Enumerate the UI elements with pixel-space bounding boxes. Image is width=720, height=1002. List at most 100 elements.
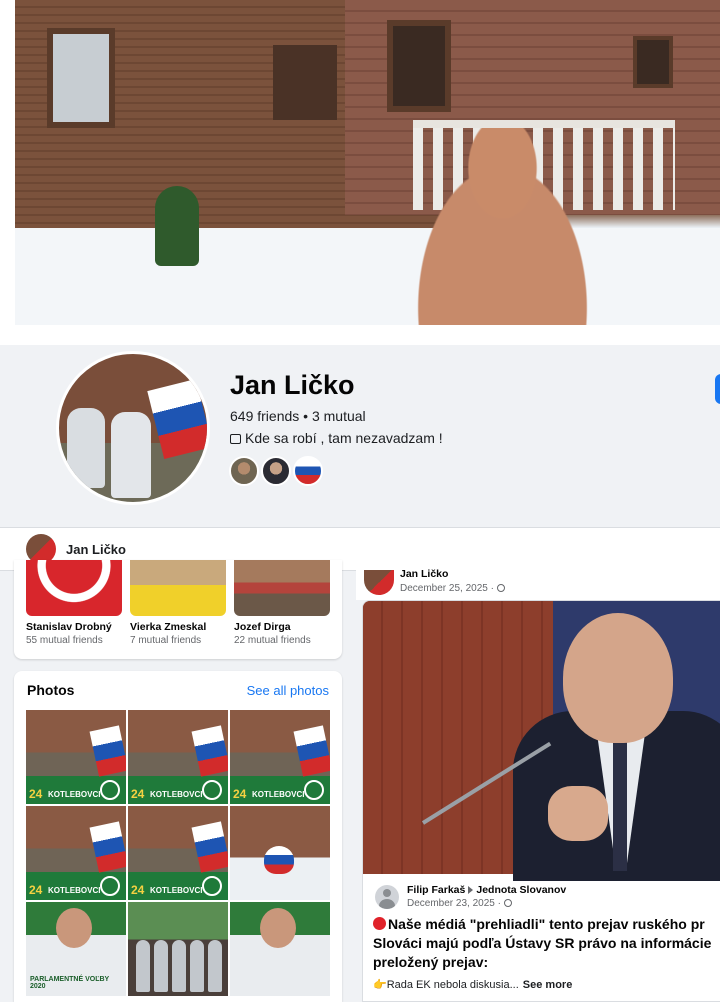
shared-post-body: Filip Farkaš Jednota Slovanov December 23… xyxy=(363,874,720,1001)
photo-tile[interactable] xyxy=(230,806,330,900)
cross-seal-icon xyxy=(100,876,120,896)
tile-number: 24 xyxy=(29,883,43,897)
profile-avatar[interactable] xyxy=(56,351,210,505)
mutual-friend-avatar-3[interactable] xyxy=(293,456,323,486)
friend-name[interactable]: Stanislav Drobný xyxy=(26,621,122,633)
group-person xyxy=(208,940,222,992)
mutual-friend-avatar-1[interactable] xyxy=(229,456,259,486)
post-image[interactable] xyxy=(363,601,720,881)
avatar-figure xyxy=(111,412,151,498)
cover-window xyxy=(47,28,115,128)
tile-badge: PARLAMENTNÉ VOĽBY 2020 xyxy=(30,976,110,990)
post-text-line-2: Slováci majú podľa Ústavy SR právo na in… xyxy=(373,935,712,951)
group-person xyxy=(154,940,168,992)
slovak-flag-icon xyxy=(147,378,207,460)
photos-title: Photos xyxy=(27,682,75,698)
mutual-friend-avatar-2[interactable] xyxy=(261,456,291,486)
post-author-name[interactable]: Jan Ličko xyxy=(400,568,448,580)
slovak-flag-icon xyxy=(191,821,228,873)
photos-grid: 24 KOTLEBOVCI 24 KOTLEBOVCI 24 KOTLEBOVC… xyxy=(26,710,330,996)
tile-text: KOTLEBOVCI xyxy=(150,886,203,895)
profile-bio: Kde sa robí , tam nezavadzam ! xyxy=(230,430,443,446)
friends-count-link[interactable]: 649 friends • 3 mutual xyxy=(230,408,366,424)
see-all-photos-link[interactable]: See all photos xyxy=(247,683,329,698)
cover-door xyxy=(273,45,337,120)
shared-author-line: Filip Farkaš Jednota Slovanov xyxy=(407,884,566,896)
post-text-line-1: Naše médiá "prehliadli" tento prejav rus… xyxy=(388,916,705,932)
cover-window xyxy=(633,36,673,88)
tile-number: 24 xyxy=(233,787,247,801)
post-date-text: December 25, 2025 · xyxy=(400,583,494,594)
shared-author-name[interactable]: Filip Farkaš xyxy=(407,884,465,896)
cross-seal-icon xyxy=(202,780,222,800)
see-more-link[interactable]: See more xyxy=(523,979,573,991)
post-text-line-3: preložený prejav: xyxy=(373,954,489,970)
tile-text: KOTLEBOVCI xyxy=(48,886,101,895)
cross-seal-icon xyxy=(100,780,120,800)
cross-seal-icon xyxy=(202,876,222,896)
image-tie xyxy=(613,741,627,871)
post-text: Naše médiá "prehliadli" tento prejav rus… xyxy=(373,915,720,972)
profile-name: Jan Ličko xyxy=(230,370,355,400)
post-sub-text: 👉Rada EK nebola diskusia... See more xyxy=(373,978,572,991)
heart-flag-icon xyxy=(264,846,294,874)
friend-item[interactable]: Stanislav Drobný 55 mutual friends xyxy=(26,560,122,646)
group-person xyxy=(172,940,186,992)
post-sub-text-content: 👉Rada EK nebola diskusia... xyxy=(373,979,519,991)
sticky-name[interactable]: Jan Ličko xyxy=(66,542,126,557)
tile-text: KOTLEBOVCI xyxy=(150,790,203,799)
cross-seal-icon xyxy=(304,780,324,800)
globe-icon xyxy=(496,584,505,592)
photo-tile[interactable]: 24 KOTLEBOVCI xyxy=(26,806,126,900)
friend-item[interactable]: Vierka Zmeskal 7 mutual friends xyxy=(130,560,226,646)
shared-post-card[interactable]: Filip Farkaš Jednota Slovanov December 23… xyxy=(362,600,720,1002)
portrait-face xyxy=(260,908,296,948)
default-avatar-icon[interactable] xyxy=(375,884,399,909)
tile-text: KOTLEBOVCI xyxy=(252,790,305,799)
group-person xyxy=(136,940,150,992)
photo-tile[interactable]: 24 KOTLEBOVCI xyxy=(26,710,126,804)
friend-name[interactable]: Vierka Zmeskal xyxy=(130,621,226,633)
shared-date-text: December 23, 2025 · xyxy=(407,898,501,909)
tile-text: KOTLEBOVCI xyxy=(48,790,101,799)
friend-mutual-count: 55 mutual friends xyxy=(26,635,103,646)
portrait-face xyxy=(56,908,92,948)
tile-number: 24 xyxy=(131,787,145,801)
cover-tree xyxy=(155,186,199,266)
shared-post-date[interactable]: December 23, 2025 · xyxy=(407,898,566,909)
photo-tile[interactable]: 24 KOTLEBOVCI xyxy=(128,710,228,804)
post-date[interactable]: December 25, 2025 · xyxy=(400,583,505,594)
friend-mutual-count: 22 mutual friends xyxy=(234,635,311,646)
friend-photo[interactable] xyxy=(130,560,226,616)
shared-group-name[interactable]: Jednota Slovanov xyxy=(476,884,566,896)
slovak-flag-icon xyxy=(89,821,126,873)
avatar-figure xyxy=(67,408,105,488)
friend-mutual-count: 7 mutual friends xyxy=(130,635,202,646)
cover-photo[interactable] xyxy=(15,0,720,325)
friends-card: Stanislav Drobný 55 mutual friends Vierk… xyxy=(14,560,342,659)
image-head xyxy=(563,613,673,743)
photos-card: Photos See all photos 24 KOTLEBOVCI 24 K… xyxy=(14,671,342,1002)
image-hand xyxy=(548,786,608,841)
shared-post-header: Filip Farkaš Jednota Slovanov December 23… xyxy=(375,884,566,909)
action-button-edge[interactable] xyxy=(715,374,720,404)
red-circle-icon xyxy=(373,917,386,930)
friend-name[interactable]: Jozef Dirga xyxy=(234,621,330,633)
cover-section xyxy=(0,0,720,345)
tile-number: 24 xyxy=(29,787,43,801)
briefcase-icon xyxy=(230,433,241,444)
photo-tile[interactable] xyxy=(230,902,330,996)
photo-tile[interactable]: 24 KOTLEBOVCI xyxy=(128,806,228,900)
friend-photo[interactable] xyxy=(26,560,122,616)
globe-icon xyxy=(503,899,512,907)
caret-right-icon xyxy=(468,886,474,895)
photo-tile[interactable]: PARLAMENTNÉ VOĽBY 2020 xyxy=(26,902,126,996)
mutual-friends-avatars xyxy=(229,456,323,486)
slovak-flag-icon xyxy=(89,725,126,777)
friend-photo[interactable] xyxy=(234,560,330,616)
post-author-avatar[interactable] xyxy=(364,570,394,595)
friend-item[interactable]: Jozef Dirga 22 mutual friends xyxy=(234,560,330,646)
cover-window xyxy=(387,20,451,112)
photo-tile[interactable]: 24 KOTLEBOVCI xyxy=(230,710,330,804)
photo-tile[interactable] xyxy=(128,902,228,996)
